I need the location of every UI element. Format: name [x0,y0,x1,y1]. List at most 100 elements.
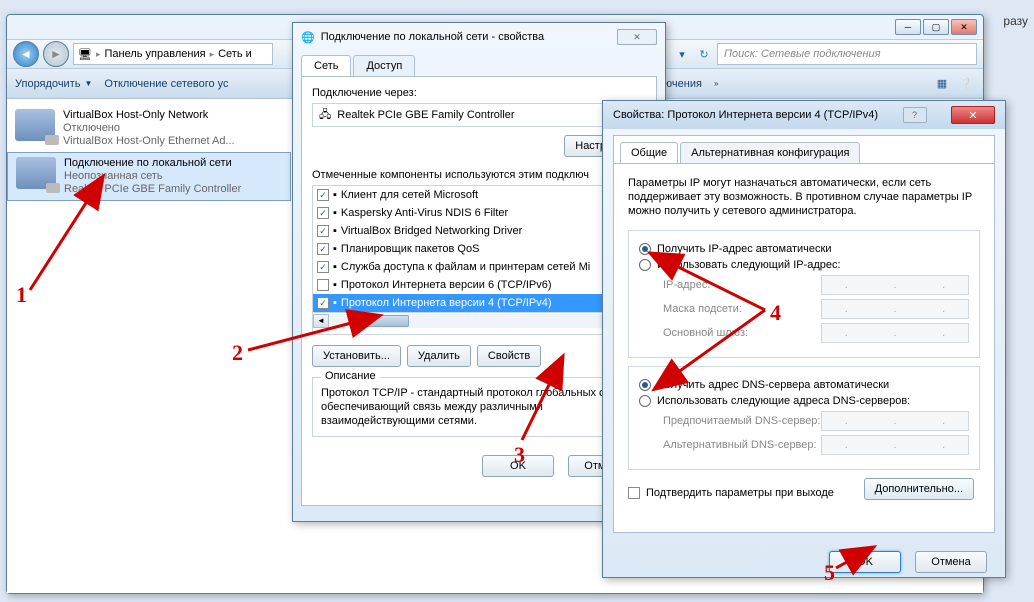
chevron-down-icon: ▼ [84,79,92,88]
connection-item-selected[interactable]: Подключение по локальной сети Неопознанн… [7,152,291,201]
checkbox-icon[interactable]: ✓ [317,297,329,309]
minimize-button[interactable]: ─ [895,19,921,35]
tab-network[interactable]: Сеть [301,55,351,76]
adapter-field: 🖧 Realtek PCIe GBE Family Controller [312,103,646,127]
maximize-button[interactable]: ▢ [923,19,949,35]
gateway-input: ... [821,323,969,343]
dns1-input: ... [821,411,969,431]
ipv4-properties-dialog: Свойства: Протокол Интернета версии 4 (T… [602,100,1006,578]
cancel-button[interactable]: Отмена [915,551,987,573]
component-row[interactable]: ▪ Протокол Интернета версии 6 (TCP/IPv6) [313,276,645,294]
subnet-mask-input: ... [821,299,969,319]
connection-title: Подключение по локальной сети [64,157,282,170]
component-name: Клиент для сетей Microsoft [341,189,478,201]
advanced-button[interactable]: Дополнительно... [864,478,974,500]
more-icon[interactable]: » [714,79,718,88]
dropdown-icon[interactable]: ▾ [673,45,691,63]
help-icon[interactable]: ❔ [957,75,975,93]
component-row[interactable]: ✓▪Kaspersky Anti-Virus NDIS 6 Filter [313,204,645,222]
component-name: Протокол Интернета версии 6 (TCP/IPv6) [341,279,552,291]
radio-icon [639,259,651,271]
view-icon[interactable]: ▦ [933,75,951,93]
confirm-checkbox[interactable]: Подтвердить параметры при выходе [628,487,834,499]
search-input[interactable]: Поиск: Сетевые подключения [717,43,977,65]
scroll-left-button[interactable]: ◄ [313,314,329,328]
dns1-label: Предпочитаемый DNS-сервер: [663,415,821,427]
adapter-name: Realtek PCIe GBE Family Controller [337,109,514,121]
close-button[interactable]: ✕ [951,19,977,35]
gateway-label: Основной шлюз: [663,327,821,339]
close-button[interactable]: ✕ [951,106,995,124]
radio-auto-dns[interactable]: Получить адрес DNS-сервера автоматически [639,379,969,391]
protocol-icon: ▪ [333,279,337,291]
radio-manual-ip[interactable]: Использовать следующий IP-адрес: [639,259,969,271]
tab-access[interactable]: Доступ [353,55,415,76]
description-group: Описание Протокол TCP/IP - стандартный п… [312,377,646,437]
connection-adapter: Realtek PCIe GBE Family Controller [64,183,282,196]
disable-device-button[interactable]: Отключение сетевого ус [104,78,228,90]
chevron-right-icon: ▸ [210,49,215,60]
checkbox-icon[interactable]: ✓ [317,189,329,201]
protocol-icon: ▪ [333,225,337,237]
radio-icon [639,395,651,407]
page-side-text: разу [1003,14,1028,28]
breadcrumb-item[interactable]: Сеть и [218,48,252,60]
tab-alt-config[interactable]: Альтернативная конфигурация [680,142,860,163]
checkbox-icon[interactable] [317,279,329,291]
connection-status: Отключено [63,122,283,135]
nav-forward-button[interactable]: ► [43,41,69,67]
properties-button[interactable]: Свойств [477,345,541,367]
connection-adapter: VirtualBox Host-Only Ethernet Ad... [63,135,283,148]
checkbox-icon[interactable]: ✓ [317,243,329,255]
dialog2-title: Свойства: Протокол Интернета версии 4 (T… [613,109,878,121]
component-row[interactable]: ✓▪Служба доступа к файлам и принтерам се… [313,258,645,276]
components-list[interactable]: ✓▪Клиент для сетей Microsoft✓▪Kaspersky … [312,185,646,335]
adapter-icon: 🖧 [319,106,331,125]
help-button[interactable]: ? [903,107,927,123]
network-adapter-icon [15,109,55,141]
organize-menu[interactable]: Упорядочить▼ [15,78,92,90]
dialog1-titlebar: 🌐 Подключение по локальной сети - свойст… [293,23,665,51]
breadcrumb-item[interactable]: Панель управления [105,48,206,60]
network-adapter-icon [16,157,56,189]
computer-icon: 🖥 [78,48,92,61]
ok-button[interactable]: OK [829,551,901,573]
connection-item[interactable]: VirtualBox Host-Only Network Отключено V… [7,105,291,152]
component-row[interactable]: ✓ ▪ VirtualBox Bridged Networking Driver [313,222,645,240]
remove-button[interactable]: Удалить [407,345,471,367]
checkbox-icon[interactable]: ✓ [317,261,329,273]
connection-list: VirtualBox Host-Only Network Отключено V… [7,99,291,593]
component-row[interactable]: ✓▪Клиент для сетей Microsoft [313,186,645,204]
component-name: Служба доступа к файлам и принтерам сете… [341,261,590,273]
connect-via-label: Подключение через: [312,87,646,99]
breadcrumb[interactable]: 🖥 ▸ Панель управления ▸ Сеть и [73,43,273,65]
chevron-right-icon: ▸ [96,49,101,60]
component-name: Протокол Интернета версии 4 (TCP/IPv4) [341,297,552,309]
component-row[interactable]: ✓▪Планировщик пакетов QoS [313,240,645,258]
connection-title: VirtualBox Host-Only Network [63,109,283,122]
close-button[interactable]: ✕ [617,29,657,45]
tab-general[interactable]: Общие [620,142,678,163]
marker-4: 4 [770,300,781,326]
marker-3: 3 [514,442,525,468]
install-button[interactable]: Установить... [312,345,401,367]
subnet-mask-label: Маска подсети: [663,303,821,315]
scroll-thumb[interactable] [349,315,409,327]
component-row[interactable]: ✓▪Протокол Интернета версии 4 (TCP/IPv4) [313,294,645,312]
ip-address-label: IP-адрес: [663,279,821,291]
components-label: Отмеченные компоненты используются этим … [312,169,646,181]
nav-back-button[interactable]: ◄ [13,41,39,67]
ip-address-input: ... [821,275,969,295]
component-name: VirtualBox Bridged Networking Driver [341,225,522,237]
dns2-label: Альтернативный DNS-сервер: [663,439,821,451]
radio-manual-dns[interactable]: Использовать следующие адреса DNS-сервер… [639,395,969,407]
checkbox-icon[interactable]: ✓ [317,225,329,237]
horizontal-scrollbar[interactable]: ◄ ► [313,312,645,328]
refresh-icon[interactable]: ↻ [695,45,713,63]
checkbox-icon [628,487,640,499]
marker-1: 1 [16,282,27,308]
checkbox-icon[interactable]: ✓ [317,207,329,219]
radio-icon [639,243,651,255]
radio-auto-ip[interactable]: Получить IP-адрес автоматически [639,243,969,255]
search-placeholder: Поиск: Сетевые подключения [724,48,881,60]
